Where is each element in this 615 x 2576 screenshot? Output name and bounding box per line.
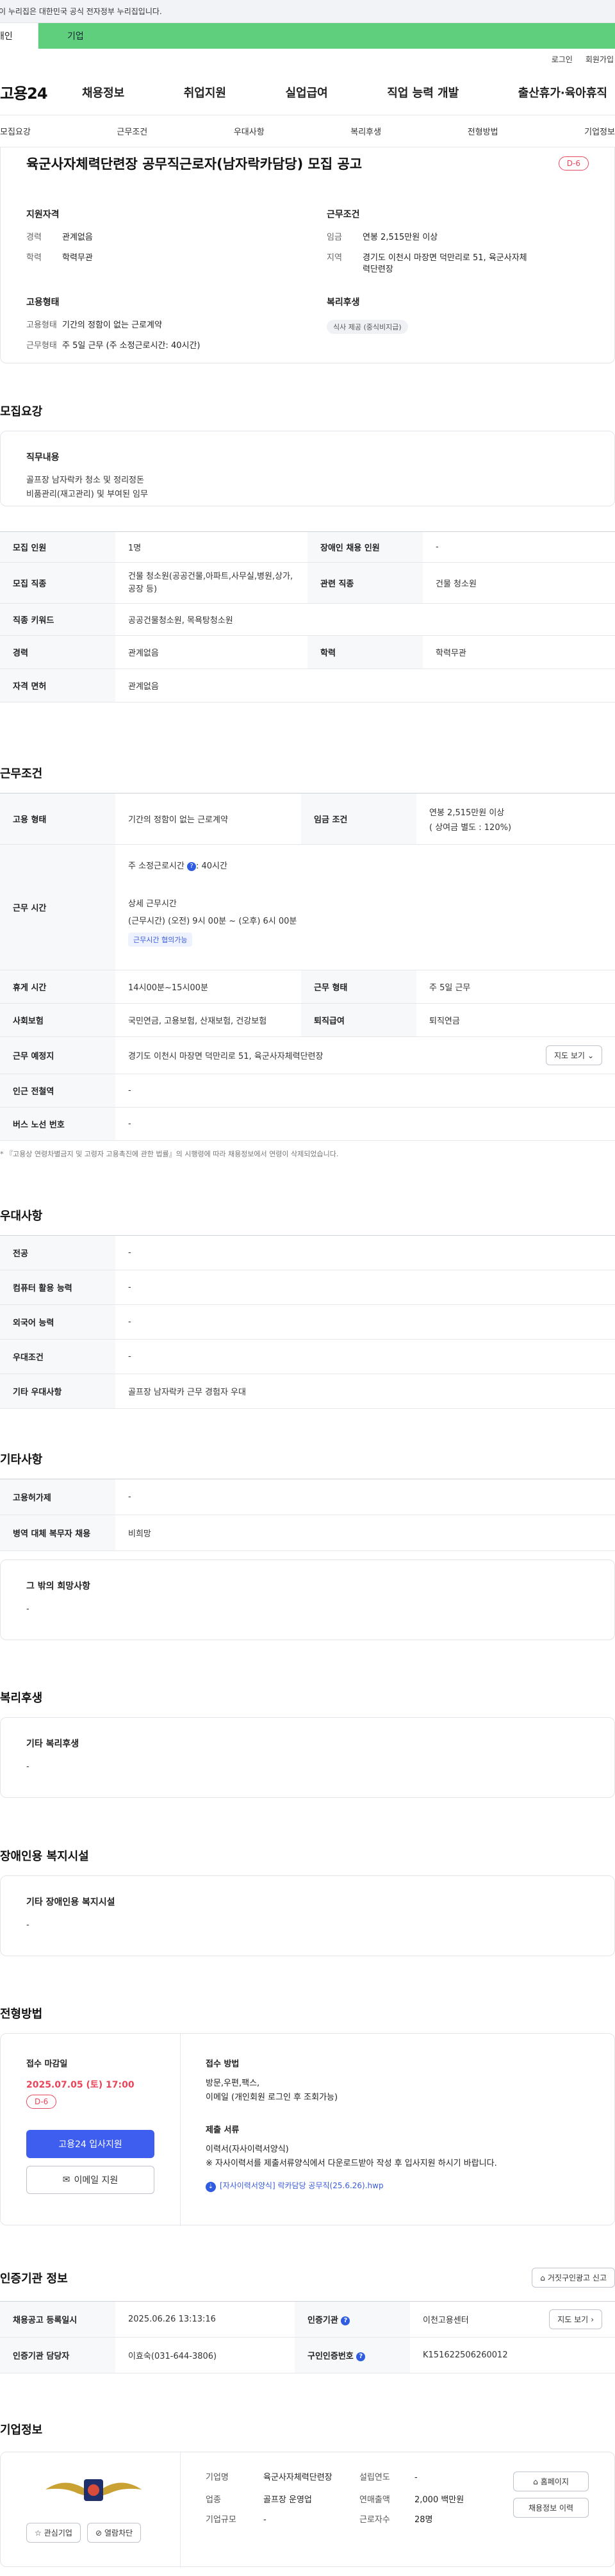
gnb-unemployment-benefit[interactable]: 실업급여 xyxy=(286,84,328,101)
anchor-nav: 모집요강 근무조건 우대사항 복리후생 전형방법 기업정보 xyxy=(0,115,615,147)
signup-link[interactable]: 회원가입 xyxy=(586,54,614,65)
report-false-ad-button[interactable]: ⌂ 거짓구인광고 신고 xyxy=(532,2268,615,2288)
tab-company[interactable]: 기업 xyxy=(38,23,615,49)
section-title-work: 근무조건 xyxy=(0,767,43,781)
home-icon: ⌂ xyxy=(533,2477,538,2486)
company-name: 육군사자체력단련장 xyxy=(263,2473,332,2482)
interest-company-button[interactable]: ☆ 관심기업 xyxy=(26,2523,81,2543)
gnb-job-training[interactable]: 직업 능력 개발 xyxy=(387,84,459,101)
gnb-employment-support[interactable]: 취업지원 xyxy=(184,84,226,101)
member-type-tabs: 개인 기업 xyxy=(0,23,615,49)
welfare-box: 기타 복리후생 - xyxy=(0,1717,615,1798)
duty-line-2: 비품관리(재고관리) 및 부여된 임무 xyxy=(26,490,148,500)
company-box: ☆ 관심기업 ⊘ 열람차단 기업명 육군사자체력단련장 업종 골프장 운영업 기업규모 -… xyxy=(0,2452,615,2568)
anchor-company[interactable]: 기업정보 xyxy=(584,125,615,137)
education-value: 학력무관 xyxy=(62,253,93,263)
gnb-parental-leave[interactable]: 출산휴가·육아휴직 xyxy=(518,84,607,101)
anchor-preference[interactable]: 우대사항 xyxy=(234,125,265,137)
company-logo xyxy=(39,2470,148,2509)
employment-type-block: 고용형태 고용형태 기간의 정함이 없는 근로계약 근무형태 주 5일 근무 (주 … xyxy=(26,297,201,351)
section-title-welfare: 복리후생 xyxy=(0,1691,43,1705)
deadline-date: 2025.07.05 (토) 17:00 xyxy=(26,2080,135,2090)
hours-negotiable-chip: 근무시간 협의가능 xyxy=(128,933,193,947)
section-title-agency: 인증기관 정보 xyxy=(0,2272,68,2286)
disabled-box: 기타 장애인용 복지시설 - xyxy=(0,1875,615,1956)
resume-file-link[interactable]: ⇣ [자사이력서양식] 락카담당 공무직(25.6.26).hwp xyxy=(206,2180,590,2193)
dday-badge: D-6 xyxy=(558,156,589,170)
login-link[interactable]: 로그인 xyxy=(552,54,573,65)
section-title-recruit: 모집요강 xyxy=(0,405,43,419)
site-logo[interactable]: 고용24 xyxy=(0,81,82,103)
gov-banner: 이 누리집은 대한민국 공식 전자정부 누리집입니다. xyxy=(0,0,615,23)
block-view-button[interactable]: ⊘ 열람차단 xyxy=(86,2523,142,2543)
anchor-recruit[interactable]: 모집요강 xyxy=(0,125,31,137)
block-icon: ⊘ xyxy=(95,2528,102,2538)
conditions-block: 근무조건 임금 연봉 2,515만원 이상 지역 경기도 이천시 마장면 덕만리로 … xyxy=(327,208,589,285)
home-icon: ⌂ xyxy=(540,2273,545,2282)
section-title-disabled: 장애인용 복지시설 xyxy=(0,1850,89,1863)
work-table: 고용 형태 기간의 정함이 없는 근로계약 임금 조건 연봉 2,515만원 이상( … xyxy=(0,793,615,1141)
tab-individual[interactable]: 개인 xyxy=(0,23,38,49)
section-title-other: 기타사항 xyxy=(0,1453,43,1467)
wage-value: 연봉 2,515만원 이상 xyxy=(363,233,438,242)
info-icon[interactable]: ? xyxy=(341,2316,350,2325)
deadline-dday: D-6 xyxy=(26,2095,57,2109)
homepage-button[interactable]: ⌂ 홈페이지 xyxy=(513,2472,589,2491)
other-table: 고용허가제 - 병역 대체 복무자 채용 비희망 xyxy=(0,1479,615,1551)
career-value: 관계없음 xyxy=(62,233,93,242)
age-notice: * 『고용상 연령차별금지 및 고령자 고용촉진에 관한 법률』의 시행령에 따… xyxy=(0,1150,339,1158)
chevron-right-icon: › xyxy=(591,2314,594,2324)
apply-button[interactable]: 고용24 입사지원 xyxy=(26,2130,154,2158)
welfare-chip: 식사 제공 (중식비지급) xyxy=(327,319,408,334)
gov-banner-text: 이 누리집은 대한민국 공식 전자정부 누리집입니다. xyxy=(0,7,162,16)
anchor-selection[interactable]: 전형방법 xyxy=(468,125,498,137)
qualification-block: 지원자격 경력 관계없음 학력 학력무관 xyxy=(26,208,288,285)
info-icon[interactable]: ? xyxy=(187,861,196,871)
section-title-company: 기업정보 xyxy=(0,2423,43,2437)
job-summary-card: 육군사자체력단련장 공무직근로자(남자락카담당) 모집 공고 D-6 지원자격 … xyxy=(0,147,615,363)
star-icon: ☆ xyxy=(35,2528,42,2538)
preference-table: 전공 - 컴퓨터 활용 능력 - 외국어 능력 - 우대조건 - 기타 우대사항 골프장 … xyxy=(0,1235,615,1409)
section-title-selection: 전형방법 xyxy=(0,2007,43,2021)
mail-icon: ✉ xyxy=(62,2175,70,2185)
anchor-work[interactable]: 근무조건 xyxy=(117,125,147,137)
utility-links: 로그인 회원가입 xyxy=(0,49,615,69)
region-value: 경기도 이천시 마장면 덕만리로 51, 육군사자체력단련장 xyxy=(363,253,527,275)
attachment-icon: ⇣ xyxy=(206,2182,216,2193)
global-nav: 고용24 채용정보 취업지원 실업급여 직업 능력 개발 출산휴가·육아휴직 xyxy=(0,69,615,115)
agency-table: 채용공고 등록일시 2025.06.26 13:13:16 인증기관 ? 이천고용센터… xyxy=(0,2301,615,2373)
other-wishes-box: 그 밖의 희망사항 - xyxy=(0,1559,615,1640)
duty-box: 직무내용 골프장 남자락카 청소 및 정리정돈 비품관리(재고관리) 및 부여된… xyxy=(0,431,615,506)
map-button[interactable]: 지도 보기 ⌄ xyxy=(545,1045,602,1065)
agency-map-button[interactable]: 지도 보기 › xyxy=(549,2309,602,2329)
job-title: 육군사자체력단련장 공무직근로자(남자락카담당) 모집 공고 xyxy=(26,156,363,172)
chevron-down-icon: ⌄ xyxy=(587,1051,594,1060)
info-icon[interactable]: ? xyxy=(356,2352,366,2361)
recruit-table: 모집 인원 1명 장애인 채용 인원 - 모집 직종 건물 청소원(공공건물,아파트,사… xyxy=(0,531,615,702)
anchor-welfare[interactable]: 복리후생 xyxy=(350,125,381,137)
section-title-preference: 우대사항 xyxy=(0,1209,43,1223)
hiring-history-button[interactable]: 채용정보 이력 xyxy=(513,2498,589,2518)
email-apply-button[interactable]: ✉ 이메일 지원 xyxy=(26,2166,154,2194)
gnb-job-info[interactable]: 채용정보 xyxy=(82,84,124,101)
selection-box: 접수 마감일 2025.07.05 (토) 17:00 D-6 고용24 입사지… xyxy=(0,2033,615,2226)
welfare-block: 복리후생 식사 제공 (중식비지급) xyxy=(327,295,589,361)
duty-line-1: 골프장 남자락카 청소 및 정리정돈 xyxy=(26,476,144,485)
